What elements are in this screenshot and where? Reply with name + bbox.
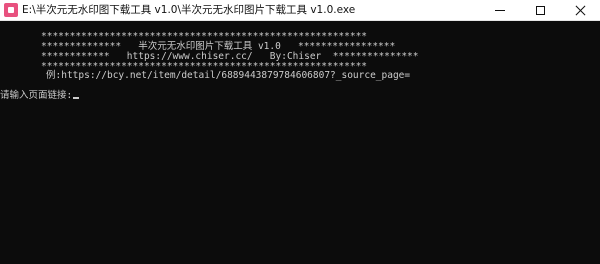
console-window: E:\半次元无水印图下载工具 v1.0\半次元无水印图片下载工具 v1.0.ex… [0,0,600,264]
close-button[interactable] [560,0,600,20]
input-prompt-line[interactable]: 请输入页面链接: [0,90,80,101]
app-icon [4,3,18,17]
minimize-button[interactable] [480,0,520,20]
console-output[interactable]: ****************************************… [0,21,600,264]
text-cursor [73,97,80,99]
close-icon [575,5,586,16]
maximize-icon [535,5,545,15]
maximize-button[interactable] [520,0,560,20]
example-url-line: 例:https://bcy.net/item/detail/6889443879… [46,70,411,81]
window-title: E:\半次元无水印图下载工具 v1.0\半次元无水印图片下载工具 v1.0.ex… [22,4,356,16]
minimize-icon [495,9,505,11]
input-prompt-label: 请输入页面链接: [0,90,73,101]
title-bar[interactable]: E:\半次元无水印图下载工具 v1.0\半次元无水印图片下载工具 v1.0.ex… [0,0,600,21]
